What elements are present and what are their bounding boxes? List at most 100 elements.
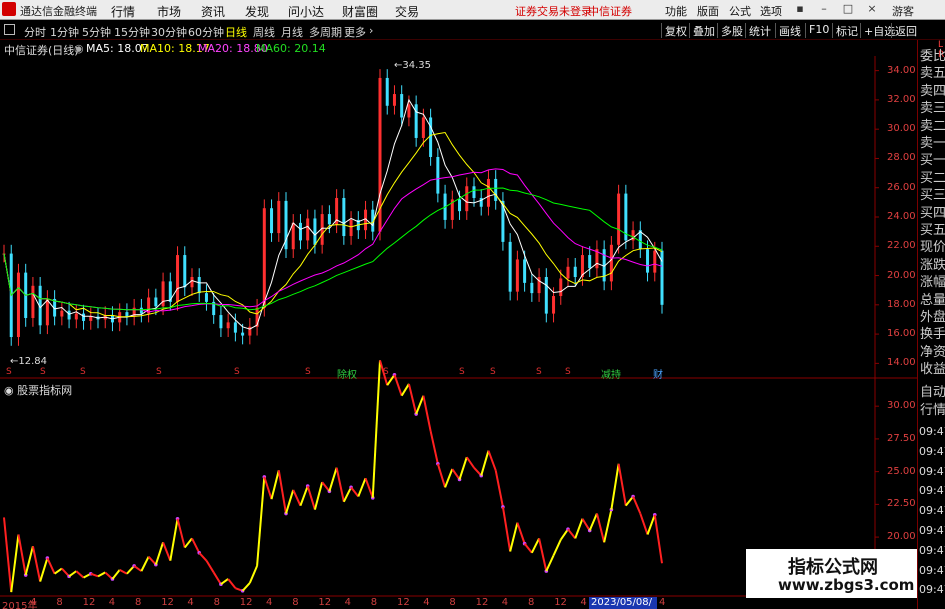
indicator-segment	[465, 456, 475, 469]
indicator-segment	[494, 470, 504, 508]
candle-body	[67, 310, 71, 320]
quote-field-label: 净资	[920, 344, 945, 360]
candle-body	[190, 277, 194, 288]
time-tick-label: 8	[213, 597, 220, 608]
indicator-segment	[509, 522, 519, 552]
indicator-segment	[17, 534, 27, 576]
event-marker[interactable]: S	[234, 367, 240, 377]
indicator-segment	[154, 542, 165, 565]
indicator-segment	[277, 470, 287, 514]
candle-body	[270, 208, 274, 234]
event-marker[interactable]: S	[6, 367, 12, 377]
tick-panel-label[interactable]: 自动	[920, 384, 945, 402]
low-annotation: ←12.84	[10, 356, 48, 367]
candle-body	[31, 285, 35, 318]
indicator-segment	[350, 486, 360, 498]
chart-canvas[interactable]	[0, 0, 945, 609]
candle-body	[486, 178, 490, 207]
indicator-segment	[516, 522, 526, 544]
indicator-segment	[299, 485, 309, 507]
indicator-segment	[75, 570, 85, 579]
event-marker[interactable]: S	[490, 367, 496, 377]
indicator-tick-label: 20.00	[887, 531, 916, 543]
tick-time: 09:47	[919, 464, 945, 478]
quote-field-label: 买四	[920, 205, 945, 221]
indicator-segment	[313, 481, 324, 510]
tick-time: 09:47	[919, 583, 945, 597]
indicator-segment	[545, 555, 555, 572]
indicator-segment	[24, 546, 34, 576]
event-marker[interactable]: S	[80, 367, 86, 377]
event-marker[interactable]: S	[536, 367, 542, 377]
indicator-segment	[342, 486, 352, 503]
time-tick-label: 8	[135, 597, 142, 608]
indicator-segment	[501, 506, 512, 552]
indicator-segment	[111, 569, 121, 580]
ma5-line	[3, 98, 663, 330]
event-badge[interactable]: 减持	[600, 366, 622, 381]
indicator-segment	[400, 383, 410, 397]
candle-body	[646, 249, 650, 273]
candle-body	[204, 293, 208, 302]
candle-body	[342, 197, 346, 237]
price-tick-label: 20.00	[887, 269, 916, 281]
price-tick-label: 26.00	[887, 181, 916, 193]
tick-panel-label[interactable]: 行情	[920, 402, 945, 420]
indicator-title[interactable]: ◉ 股票指标网	[4, 382, 72, 398]
time-tick-label: 8	[292, 597, 299, 608]
time-tick-label: 12	[82, 597, 96, 608]
indicator-segment	[162, 541, 172, 562]
candle-body	[559, 278, 563, 297]
candle-body	[154, 297, 158, 307]
indicator-segment	[220, 578, 229, 586]
candle-body	[291, 222, 295, 250]
event-badge[interactable]: 财	[652, 366, 664, 381]
price-tick-label: 18.00	[887, 298, 916, 310]
tick-time: 09:47	[919, 543, 945, 557]
indicator-segment	[176, 518, 186, 548]
candle-body	[89, 316, 93, 321]
candle-body	[544, 277, 548, 314]
indicator-segment	[552, 539, 562, 556]
price-tick-label: 28.00	[887, 152, 916, 164]
event-marker[interactable]: S	[459, 367, 465, 377]
candle-body	[219, 315, 223, 329]
indicator-segment	[97, 571, 106, 578]
event-marker[interactable]: S	[156, 367, 162, 377]
ma60-line	[3, 187, 663, 311]
indicator-segment	[212, 571, 222, 585]
candle-body	[125, 312, 129, 317]
watermark: 指标公式网 www.zbgs3.com	[746, 549, 917, 598]
indicator-segment	[523, 543, 533, 554]
tick-time: 09:47	[919, 444, 945, 458]
indicator-segment	[31, 546, 42, 582]
indicator-segment	[538, 538, 548, 572]
event-marker[interactable]: S	[565, 367, 571, 377]
indicator-segment	[90, 572, 99, 578]
indicator-segment	[10, 534, 20, 593]
quote-field-label: 买一	[920, 153, 945, 169]
quote-field-label: 买三	[920, 188, 945, 204]
time-tick-label: 8	[449, 597, 456, 608]
indicator-segment	[581, 518, 591, 532]
candle-body	[523, 259, 527, 283]
indicator-segment	[54, 567, 63, 575]
event-marker[interactable]: S	[305, 367, 311, 377]
indicator-segment	[429, 430, 439, 464]
indicator-tick-label: 25.00	[887, 465, 916, 477]
quote-field-label: 卖二	[920, 118, 945, 134]
event-badge[interactable]: 除权	[336, 366, 358, 381]
indicator-segment	[487, 450, 497, 471]
candle-body	[530, 282, 534, 294]
candle-body	[392, 94, 396, 106]
time-tick-label: 4	[501, 597, 509, 608]
candle-body	[617, 193, 621, 245]
time-tick-label: 12	[397, 597, 410, 608]
event-marker[interactable]: S	[383, 367, 389, 377]
indicator-segment	[119, 568, 128, 575]
time-tick-label: 4	[344, 597, 351, 608]
event-marker[interactable]: S	[40, 367, 46, 377]
indicator-segment	[263, 476, 273, 500]
indicator-segment	[183, 537, 193, 549]
indicator-segment	[371, 360, 381, 498]
